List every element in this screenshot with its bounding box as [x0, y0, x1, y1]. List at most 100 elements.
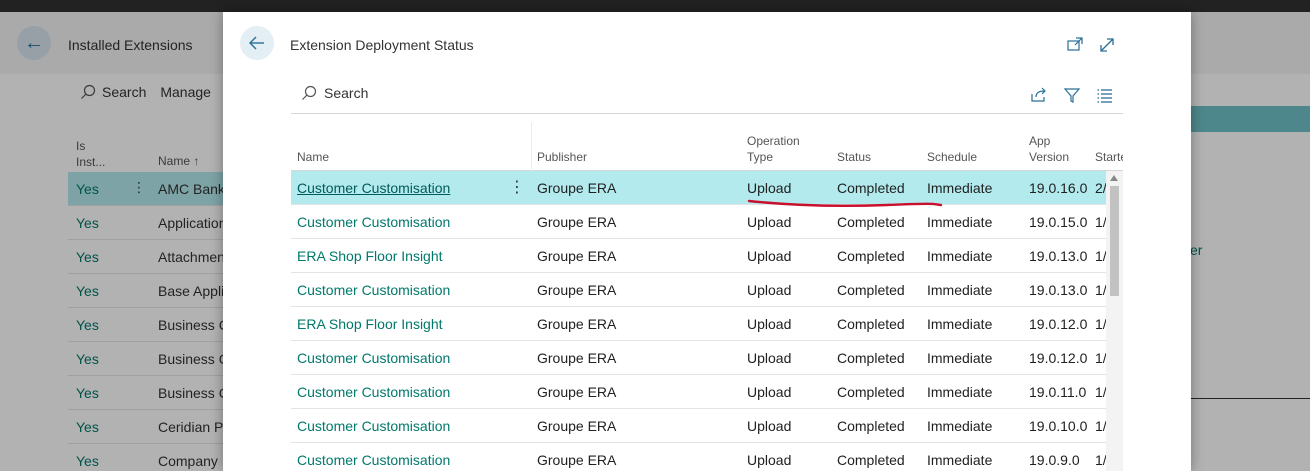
started-cell: 1/	[1095, 418, 1107, 434]
app-version-cell: 19.0.11.0	[1029, 384, 1087, 400]
table-row[interactable]: Customer Customisation Groupe ERA Upload Co…	[291, 409, 1107, 443]
app-version-cell: 19.0.10.0	[1029, 418, 1088, 434]
header-app-version[interactable]: App Version	[1029, 133, 1079, 165]
table-row[interactable]: ERA Shop Floor Insight Groupe ERA Upload Co…	[291, 307, 1107, 341]
filter-button[interactable]	[1062, 85, 1081, 104]
extension-name-link[interactable]: Customer Customisation	[297, 452, 450, 468]
header-started[interactable]: Starte	[1095, 149, 1123, 165]
vertical-scrollbar[interactable]	[1106, 171, 1123, 471]
status-cell: Completed	[837, 384, 905, 400]
started-cell: 2/	[1095, 180, 1107, 196]
schedule-cell: Immediate	[927, 248, 993, 264]
deployment-status-table: Name Publisher Operation Type Status Sch…	[291, 122, 1123, 471]
publisher-cell: Groupe ERA	[537, 384, 617, 400]
extension-deployment-status-dialog: Extension Deployment Status Search Name …	[223, 12, 1191, 471]
status-cell: Completed	[837, 350, 905, 366]
app-version-cell: 19.0.12.0	[1029, 316, 1088, 332]
extension-name-link[interactable]: ERA Shop Floor Insight	[297, 248, 443, 264]
started-cell: 1/	[1095, 350, 1107, 366]
schedule-cell: Immediate	[927, 418, 993, 434]
filter-icon	[1063, 87, 1080, 103]
publisher-cell: Groupe ERA	[537, 180, 617, 196]
header-name[interactable]: Name	[297, 149, 329, 165]
publisher-cell: Groupe ERA	[537, 316, 617, 332]
status-cell: Completed	[837, 248, 905, 264]
schedule-cell: Immediate	[927, 350, 993, 366]
status-cell: Completed	[837, 452, 905, 468]
dialog-search-label: Search	[324, 85, 369, 101]
schedule-cell: Immediate	[927, 316, 993, 332]
schedule-cell: Immediate	[927, 452, 993, 468]
operation-type-cell: Upload	[747, 214, 792, 230]
header-operation-type[interactable]: Operation Type	[747, 133, 817, 165]
status-cell: Completed	[837, 316, 905, 332]
operation-type-cell: Upload	[747, 384, 792, 400]
extension-name-link[interactable]: Customer Customisation	[297, 180, 450, 196]
publisher-cell: Groupe ERA	[537, 214, 617, 230]
dialog-toolbar	[1029, 85, 1114, 104]
table-row[interactable]: Customer Customisation Groupe ERA Upload Co…	[291, 205, 1107, 239]
publisher-cell: Groupe ERA	[537, 248, 617, 264]
list-view-button[interactable]	[1095, 85, 1114, 104]
status-cell: Completed	[837, 180, 905, 196]
column-separator	[531, 122, 532, 171]
table-row[interactable]: Customer Customisation Groupe ERA Upload Co…	[291, 273, 1107, 307]
open-new-window-icon	[1067, 37, 1083, 51]
publisher-cell: Groupe ERA	[537, 452, 617, 468]
header-publisher[interactable]: Publisher	[537, 149, 587, 165]
started-cell: 1/	[1095, 282, 1107, 298]
extension-name-link[interactable]: Customer Customisation	[297, 350, 450, 366]
dialog-search-button[interactable]: Search	[301, 85, 368, 101]
schedule-cell: Immediate	[927, 180, 993, 196]
more-options-icon[interactable]: ⋮	[509, 177, 525, 197]
extension-name-link[interactable]: Customer Customisation	[297, 214, 450, 230]
dialog-title: Extension Deployment Status	[290, 37, 474, 53]
schedule-cell: Immediate	[927, 384, 993, 400]
expand-button[interactable]	[1098, 36, 1116, 54]
started-cell: 1/	[1095, 384, 1107, 400]
publisher-cell: Groupe ERA	[537, 350, 617, 366]
table-header: Name Publisher Operation Type Status Sch…	[291, 122, 1123, 171]
extension-name-link[interactable]: Customer Customisation	[297, 418, 450, 434]
operation-type-cell: Upload	[747, 452, 792, 468]
table-row[interactable]: Customer Customisation Groupe ERA Upload Co…	[291, 341, 1107, 375]
operation-type-cell: Upload	[747, 248, 792, 264]
back-arrow-icon	[249, 36, 264, 50]
list-view-icon	[1097, 88, 1112, 103]
scroll-up-arrow-icon[interactable]	[1110, 175, 1118, 181]
extension-name-link[interactable]: Customer Customisation	[297, 384, 450, 400]
share-icon	[1030, 87, 1046, 102]
table-row[interactable]: Customer Customisation Groupe ERA Upload Co…	[291, 171, 1107, 205]
started-cell: 1/	[1095, 316, 1107, 332]
app-version-cell: 19.0.15.0	[1029, 214, 1088, 230]
app-version-cell: 19.0.9.0	[1029, 452, 1080, 468]
operation-type-cell: Upload	[747, 316, 792, 332]
open-new-window-button[interactable]	[1066, 36, 1084, 54]
top-bar	[0, 0, 1310, 12]
started-cell: 1/	[1095, 214, 1107, 230]
scroll-thumb[interactable]	[1110, 186, 1119, 296]
header-schedule[interactable]: Schedule	[927, 149, 977, 165]
schedule-cell: Immediate	[927, 214, 993, 230]
started-cell: 1/	[1095, 248, 1107, 264]
header-status[interactable]: Status	[837, 149, 871, 165]
app-version-cell: 19.0.13.0	[1029, 248, 1088, 264]
app-version-cell: 19.0.12.0	[1029, 350, 1088, 366]
table-row[interactable]: Customer Customisation Groupe ERA Upload Co…	[291, 375, 1107, 409]
app-version-cell: 19.0.16.0	[1029, 180, 1088, 196]
operation-type-cell: Upload	[747, 282, 792, 298]
toolbar-divider	[291, 113, 1123, 114]
extension-name-link[interactable]: Customer Customisation	[297, 282, 450, 298]
app-version-cell: 19.0.13.0	[1029, 282, 1088, 298]
table-row[interactable]: Customer Customisation Groupe ERA Upload Co…	[291, 443, 1107, 471]
expand-icon	[1100, 38, 1114, 52]
share-button[interactable]	[1029, 85, 1048, 104]
search-icon	[302, 85, 317, 100]
started-cell: 1/	[1095, 452, 1107, 468]
extension-name-link[interactable]: ERA Shop Floor Insight	[297, 316, 443, 332]
operation-type-cell: Upload	[747, 418, 792, 434]
table-row[interactable]: ERA Shop Floor Insight Groupe ERA Upload Co…	[291, 239, 1107, 273]
status-cell: Completed	[837, 282, 905, 298]
operation-type-cell: Upload	[747, 350, 792, 366]
back-button[interactable]	[240, 26, 274, 60]
